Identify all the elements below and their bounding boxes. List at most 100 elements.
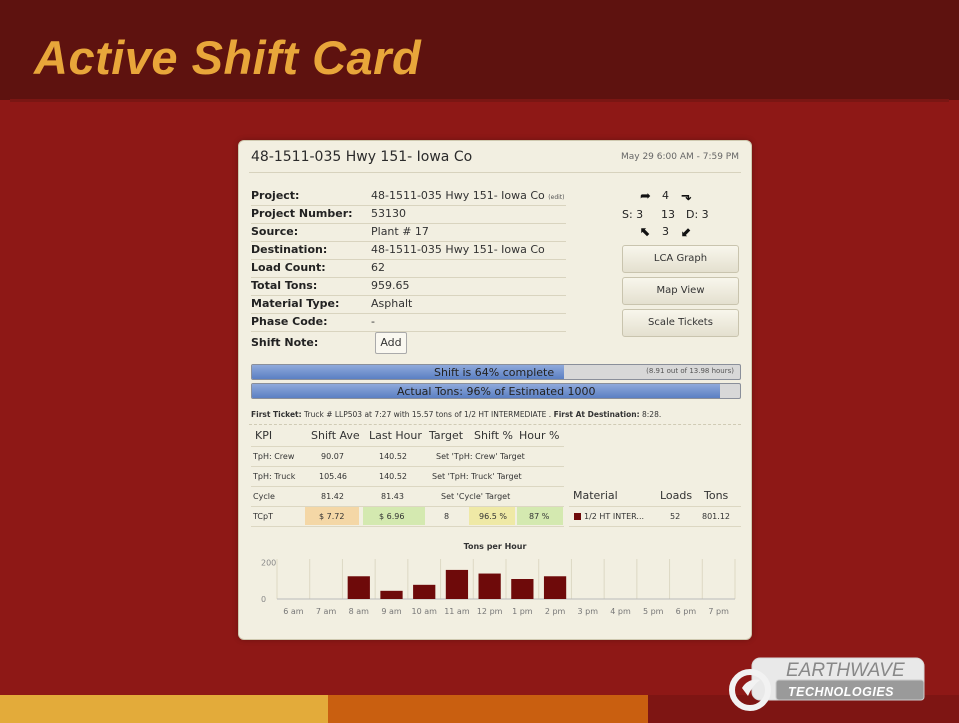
chart-bar: [347, 576, 370, 599]
kpi-header-shift-pct: Shift %: [474, 429, 513, 442]
kpi-header-kpi: KPI: [255, 429, 273, 442]
field-label: Project:: [251, 189, 300, 202]
kpi-shift-pct: 96.5 %: [479, 512, 507, 521]
kpi-last-hour: 140.52: [379, 472, 407, 481]
field-value: 62: [371, 261, 385, 274]
field-label: Load Count:: [251, 261, 326, 274]
x-tick-label: 8 am: [349, 607, 370, 616]
set-tph-truck-target-link[interactable]: Set 'TpH: Truck' Target: [432, 472, 522, 481]
x-tick-label: 6 pm: [676, 607, 697, 616]
kpi-shift-ave: 90.07: [321, 452, 344, 461]
field-row-destination: Destination: 48-1511-035 Hwy 151- Iowa C…: [251, 241, 566, 260]
kpi-name: TpH: Truck: [253, 472, 296, 481]
x-tick-label: 2 pm: [545, 607, 566, 616]
arrow-down-left-icon: ⬋: [681, 225, 692, 240]
kpi-name: TpH: Crew: [253, 452, 295, 461]
kpi-name: Cycle: [253, 492, 275, 501]
kpi-shift-ave: $ 7.72: [319, 512, 345, 521]
arrow-down-right-icon: ⬎: [681, 189, 692, 204]
kpi-name: TCpT: [253, 512, 273, 521]
kpi-header-target: Target: [429, 429, 464, 442]
card-title: 48-1511-035 Hwy 151- Iowa Co: [251, 149, 473, 165]
field-label: Destination:: [251, 243, 328, 256]
y-tick-label: 200: [261, 559, 276, 568]
chart-bar: [380, 590, 403, 599]
footer-strip-left: [0, 695, 328, 723]
kpi-header-shift-ave: Shift Ave: [311, 429, 360, 442]
x-tick-label: 5 pm: [643, 607, 664, 616]
field-row-project: Project: 48-1511-035 Hwy 151- Iowa Co (e…: [251, 187, 566, 206]
field-row-load-count: Load Count: 62: [251, 259, 566, 278]
field-label: Phase Code:: [251, 315, 328, 328]
turn-counts: ➦ 4 ⬎ S: 3 13 D: 3 ⬉ 3 ⬋: [609, 189, 724, 247]
x-tick-label: 12 pm: [477, 607, 503, 616]
turn-count-top: 4: [662, 189, 669, 202]
material-divider: [569, 526, 741, 527]
kpi-divider: [251, 466, 564, 467]
x-tick-label: 7 pm: [708, 607, 729, 616]
arrow-up-left-icon: ⬉: [640, 225, 651, 240]
field-value: Plant # 17: [371, 225, 429, 238]
field-value: 48-1511-035 Hwy 151- Iowa Co (edit): [371, 189, 564, 202]
first-ticket-label: First Ticket:: [251, 410, 302, 419]
field-row-total-tons: Total Tons: 959.65: [251, 277, 566, 296]
shift-progress-label: Shift is 64% complete: [434, 366, 555, 379]
field-label: Total Tons:: [251, 279, 318, 292]
chart-bar: [543, 576, 567, 599]
field-value: 53130: [371, 207, 406, 220]
field-label: Source:: [251, 225, 299, 238]
material-header: Material: [573, 489, 618, 502]
edit-project-link[interactable]: (edit): [548, 194, 564, 201]
ticket-divider: [249, 424, 741, 426]
tons-progress-bar: Actual Tons: 96% of Estimated 1000: [251, 383, 741, 399]
y-tick-label: 0: [261, 595, 266, 604]
chart-bar: [511, 579, 534, 599]
kpi-target: 8: [444, 512, 450, 521]
earthwave-logo: EARTHWAVE TECHNOLOGIES: [729, 657, 925, 711]
set-cycle-target-link[interactable]: Set 'Cycle' Target: [441, 492, 510, 501]
shift-datetime: May 29 6:00 AM - 7:59 PM: [620, 152, 739, 162]
kpi-header-hour-pct: Hour %: [519, 429, 560, 442]
arrow-up-right-icon: ➦: [640, 189, 651, 204]
first-destination-time: 8:28.: [639, 410, 662, 419]
turn-count-destination: D: 3: [686, 208, 709, 221]
material-tons: 801.12: [702, 512, 730, 521]
chart-bar: [445, 569, 469, 599]
tons-progress-label: Actual Tons: 96% of Estimated 1000: [397, 385, 596, 398]
field-row-project-number: Project Number: 53130: [251, 205, 566, 224]
tons-per-hour-chart: 0 200 6 am 7 am 8 am 9 am 10 am 11 am 12 pm 1 pm 2…: [261, 559, 736, 616]
chart-bar: [478, 573, 501, 599]
material-color-swatch: [574, 513, 581, 520]
kpi-header-last-hour: Last Hour: [369, 429, 422, 442]
first-destination-label: First At Destination:: [553, 410, 640, 419]
set-tph-crew-target-link[interactable]: Set 'TpH: Crew' Target: [436, 452, 525, 461]
add-shift-note-button[interactable]: Add: [375, 332, 407, 354]
kpi-last-hour: 81.43: [381, 492, 404, 501]
kpi-divider: [251, 526, 564, 527]
material-loads: 52: [670, 512, 681, 521]
x-tick-label: 9 am: [381, 607, 402, 616]
kpi-hour-pct: 87 %: [529, 512, 550, 521]
kpi-divider: [251, 446, 564, 447]
scale-tickets-button[interactable]: Scale Tickets: [622, 309, 739, 337]
loads-header: Loads: [660, 489, 693, 502]
logo-text-top: EARTHWAVE: [786, 660, 905, 681]
x-tick-label: 11 am: [444, 607, 470, 616]
footer-strip-middle: [328, 695, 648, 723]
lca-graph-button[interactable]: LCA Graph: [622, 245, 739, 273]
card-title-divider: [249, 172, 741, 173]
map-view-button[interactable]: Map View: [622, 277, 739, 305]
turn-count-source: S: 3: [622, 208, 644, 221]
field-row-phase-code: Phase Code: -: [251, 313, 566, 332]
field-label: Material Type:: [251, 297, 340, 310]
x-tick-label: 6 am: [283, 607, 304, 616]
kpi-shift-ave: 105.46: [319, 472, 347, 481]
chart-title: Tons per Hour: [463, 542, 527, 551]
x-tick-label: 3 pm: [578, 607, 599, 616]
chart-bar: [413, 584, 436, 599]
field-label: Shift Note:: [251, 336, 319, 349]
tons-header: Tons: [704, 489, 729, 502]
slide: Active Shift Card 48-1511-035 Hwy 151- I…: [0, 0, 959, 723]
field-value: 48-1511-035 Hwy 151- Iowa Co: [371, 243, 545, 256]
material-name: 1/2 HT INTER...: [584, 512, 645, 521]
